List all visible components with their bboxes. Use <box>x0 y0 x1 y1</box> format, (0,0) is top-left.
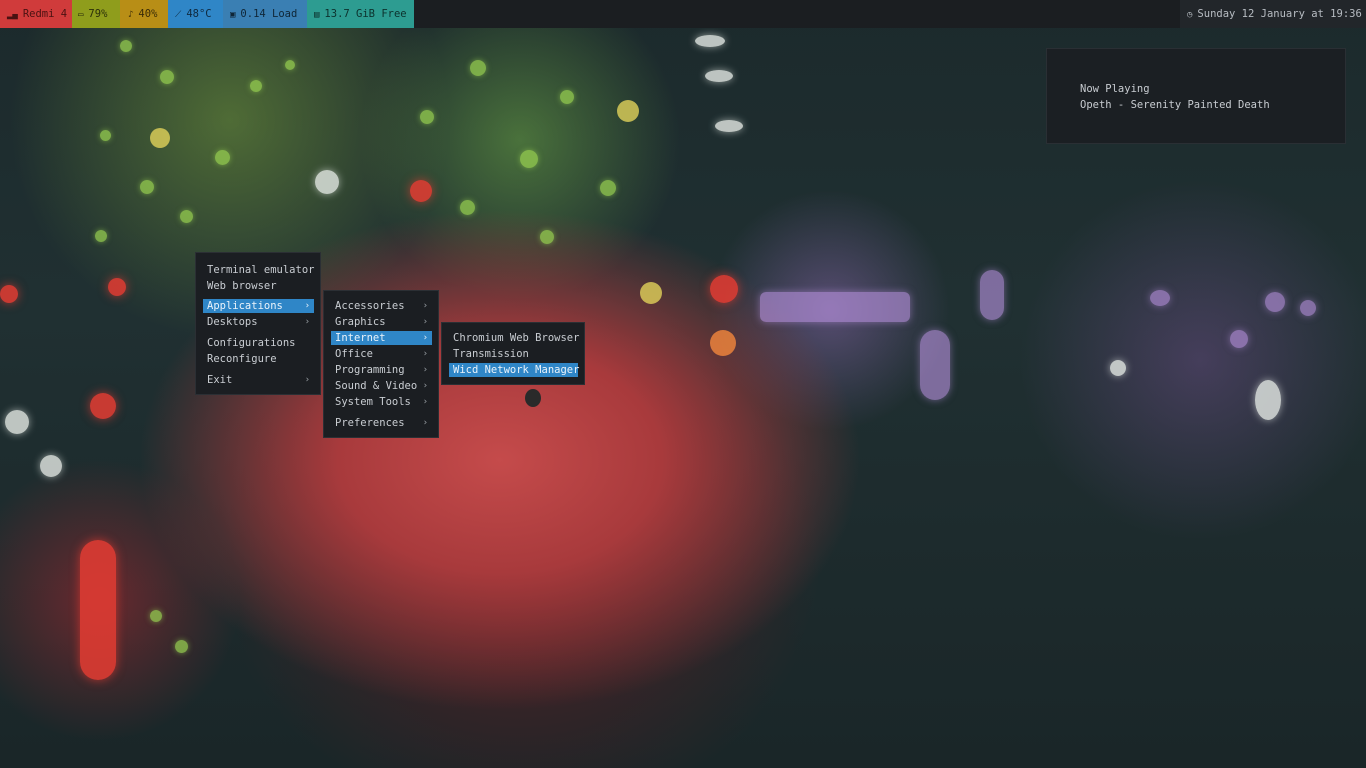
menu-item-wicd-network-manager[interactable]: Wicd Network Manager <box>449 363 580 377</box>
menu-item-office[interactable]: Office › <box>331 347 432 361</box>
phone-status[interactable]: ▂▄ Redmi 4 <box>0 0 72 28</box>
chevron-right-icon: › <box>304 301 310 311</box>
menu-item-terminal-emulator[interactable]: Terminal emulator <box>203 263 314 277</box>
menu-item-label: Graphics <box>335 316 386 328</box>
battery-status[interactable]: ▭ 79% <box>72 0 120 28</box>
menu-item-reconfigure[interactable]: Reconfigure <box>203 352 314 366</box>
thermometer-icon: ⟋ <box>175 10 182 20</box>
menu-item-web-browser[interactable]: Web browser <box>203 279 314 293</box>
root-menu: Terminal emulator Web browser Applicatio… <box>195 252 321 395</box>
temperature-label: 48°C <box>186 8 212 20</box>
menu-item-label: Office <box>335 348 373 360</box>
menu-item-label: Applications <box>207 300 283 312</box>
chevron-right-icon: › <box>422 333 428 343</box>
chevron-right-icon: › <box>422 365 428 375</box>
menu-item-label: Web browser <box>207 280 277 292</box>
menu-item-label: System Tools <box>335 396 411 408</box>
menu-item-transmission[interactable]: Transmission <box>449 347 578 361</box>
disk-icon: ▤ <box>314 10 320 20</box>
temperature-status[interactable]: ⟋ 48°C <box>168 0 223 28</box>
chevron-right-icon: › <box>304 317 310 327</box>
menu-item-applications[interactable]: Applications › <box>203 299 314 313</box>
menu-item-programming[interactable]: Programming › <box>331 363 432 377</box>
battery-icon: ▭ <box>78 10 84 20</box>
clock-icon: ◷ <box>1187 10 1193 20</box>
load-label: 0.14 Load <box>240 8 298 20</box>
menu-item-label: Configurations <box>207 337 296 349</box>
menu-item-label: Reconfigure <box>207 353 277 365</box>
menu-item-label: Preferences <box>335 417 405 429</box>
menu-item-configurations[interactable]: Configurations <box>203 336 314 350</box>
clock[interactable]: ◷ Sunday 12 January at 19:36 <box>1180 0 1366 28</box>
signal-icon: ▂▄ <box>7 10 18 20</box>
clock-label: Sunday 12 January at 19:36 <box>1197 8 1362 20</box>
now-playing-track: Opeth - Serenity Painted Death <box>1080 99 1270 111</box>
now-playing-title: Now Playing <box>1080 83 1150 95</box>
applications-menu: Accessories › Graphics › Internet › Office ›… <box>323 290 439 438</box>
menu-item-label: Wicd Network Manager <box>453 364 580 376</box>
menu-item-graphics[interactable]: Graphics › <box>331 315 432 329</box>
cpu-icon: ▣ <box>230 10 236 20</box>
bell-icon: ♪ <box>128 10 134 20</box>
menu-item-accessories[interactable]: Accessories › <box>331 299 432 313</box>
menu-item-label: Chromium Web Browser <box>453 332 580 344</box>
internet-menu: Chromium Web Browser Transmission Wicd N… <box>441 322 585 385</box>
menu-item-label: Desktops <box>207 316 258 328</box>
chevron-right-icon: › <box>422 349 428 359</box>
chevron-right-icon: › <box>422 317 428 327</box>
menu-item-label: Exit <box>207 374 233 386</box>
menu-item-label: Accessories <box>335 300 405 312</box>
menu-item-label: Transmission <box>453 348 529 360</box>
menu-item-label: Terminal emulator <box>207 264 315 276</box>
menu-item-internet[interactable]: Internet › <box>331 331 432 345</box>
chevron-right-icon: › <box>422 381 428 391</box>
memory-label: 13.7 GiB Free <box>324 8 407 20</box>
volume-status[interactable]: ♪ 40% <box>120 0 168 28</box>
chevron-right-icon: › <box>304 375 310 385</box>
battery-label: 79% <box>88 8 108 20</box>
menu-item-sound-video[interactable]: Sound & Video › <box>331 379 432 393</box>
memory-status[interactable]: ▤ 13.7 GiB Free <box>307 0 414 28</box>
chevron-right-icon: › <box>422 418 428 428</box>
menu-item-label: Sound & Video <box>335 380 418 392</box>
top-panel: ▂▄ Redmi 4 ▭ 79% ♪ 40% ⟋ 48°C ▣ 0.14 Load ▤ 13… <box>0 0 1366 28</box>
menu-item-label: Internet <box>335 332 386 344</box>
now-playing-widget: Now Playing Opeth - Serenity Painted Dea… <box>1046 48 1346 144</box>
chevron-right-icon: › <box>422 301 428 311</box>
menu-item-label: Programming <box>335 364 405 376</box>
menu-item-exit[interactable]: Exit › <box>203 373 314 387</box>
menu-item-preferences[interactable]: Preferences › <box>331 416 432 430</box>
phone-label: Redmi 4 <box>22 8 68 20</box>
chevron-right-icon: › <box>422 397 428 407</box>
load-status[interactable]: ▣ 0.14 Load <box>223 0 307 28</box>
menu-item-desktops[interactable]: Desktops › <box>203 315 314 329</box>
menu-item-chromium-web-browser[interactable]: Chromium Web Browser <box>449 331 580 345</box>
menu-item-system-tools[interactable]: System Tools › <box>331 395 432 409</box>
volume-label: 40% <box>138 8 158 20</box>
